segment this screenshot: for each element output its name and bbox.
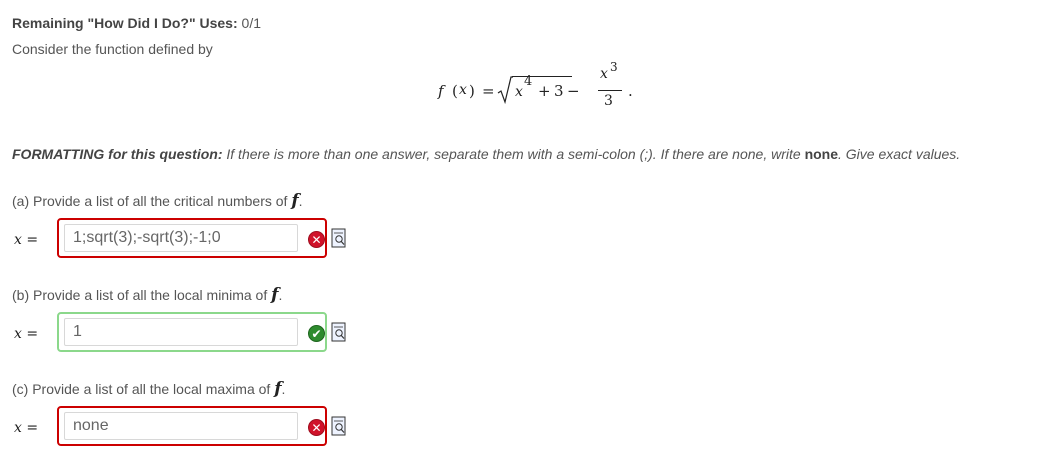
formula-lhs: f [438, 82, 444, 100]
question-c-var-label: x = [14, 420, 39, 436]
question-a-prompt: (a) Provide a list of all the critical n… [12, 191, 303, 211]
question-c-answer-input[interactable]: none [64, 412, 298, 440]
question-b-var-label: x = [14, 326, 39, 342]
x-icon: ✕ [308, 419, 325, 436]
formula-var: x [459, 82, 467, 98]
formula-const: 3 [554, 82, 564, 100]
question-fn: f [274, 379, 282, 399]
question-prompt-text: (a) Provide a list of all the critical n… [12, 193, 288, 209]
x-icon: ✕ [308, 231, 325, 248]
preview-icon[interactable] [331, 322, 347, 342]
formula-end: . [628, 82, 633, 100]
sqrt-exp: 4 [524, 74, 533, 89]
uses-remaining: Remaining "How Did I Do?" Uses: 0/1 [12, 15, 261, 31]
frac-den: 3 [604, 93, 613, 109]
formatting-text-2: . Give exact values. [838, 146, 961, 162]
check-icon: ✔ [308, 325, 325, 342]
question-c-prompt: (c) Provide a list of all the local maxi… [12, 379, 285, 399]
question-tail: . [281, 381, 286, 397]
formatting-label: FORMATTING for this question: [12, 146, 223, 162]
formula-paren-open: ( [452, 82, 458, 100]
question-b-answer-input[interactable]: 1 [64, 318, 298, 346]
formula-minus: − [567, 82, 580, 100]
sqrt-sign-icon [497, 76, 513, 105]
question-fn: f [291, 191, 299, 211]
formula-paren-close: ) [469, 82, 475, 100]
sqrt-base: x [515, 84, 523, 100]
preview-icon[interactable] [331, 416, 347, 436]
formatting-note: FORMATTING for this question: If there i… [12, 146, 960, 162]
sqrt-overline [512, 76, 572, 77]
fraction-bar [598, 90, 622, 91]
question-b-prompt: (b) Provide a list of all the local mini… [12, 285, 282, 305]
question-prompt-text: (b) Provide a list of all the local mini… [12, 287, 268, 303]
question-tail: . [278, 287, 283, 303]
formatting-text-1: If there is more than one answer, separa… [226, 146, 801, 162]
question-c-answer-field: none ✕ [57, 406, 327, 446]
question-b-answer-field: 1 ✔ [57, 312, 327, 352]
question-prompt-text: (c) Provide a list of all the local maxi… [12, 381, 271, 397]
question-a-var-label: x = [14, 232, 39, 248]
formula-plus: + [538, 82, 551, 100]
frac-num-exp: 3 [610, 60, 618, 74]
uses-label: Remaining "How Did I Do?" Uses: [12, 15, 238, 31]
formula-equals: = [482, 82, 495, 100]
frac-num-base: x [600, 66, 608, 82]
question-a-answer-field: 1;sqrt(3);-sqrt(3);-1;0 ✕ [57, 218, 327, 258]
function-formula: f ( x ) = x 4 + 3 − x 3 3 . [438, 60, 658, 120]
formatting-none-word: none [804, 146, 839, 162]
uses-value: 0/1 [241, 15, 261, 31]
question-tail: . [298, 193, 303, 209]
intro-text: Consider the function defined by [12, 41, 213, 57]
preview-icon[interactable] [331, 228, 347, 248]
question-a-answer-input[interactable]: 1;sqrt(3);-sqrt(3);-1;0 [64, 224, 298, 252]
